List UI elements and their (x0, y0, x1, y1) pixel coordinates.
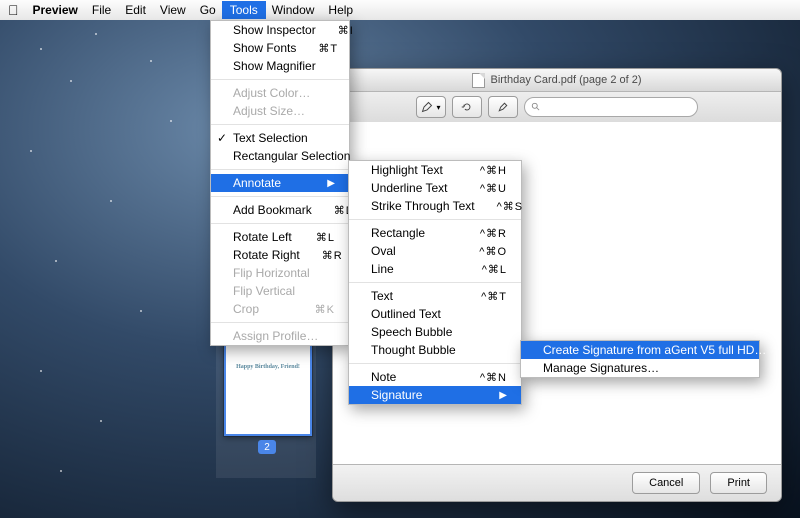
menu-signature[interactable]: Signature▶ (349, 386, 521, 404)
menubar-item-tools[interactable]: Tools (222, 1, 266, 19)
menu-crop: Crop⌘K (211, 300, 349, 318)
menubar-item-go[interactable]: Go (200, 3, 216, 17)
pencil-icon (421, 101, 433, 113)
menubar:  Preview File Edit View Go Tools Window… (0, 0, 800, 20)
menu-rectangular-selection[interactable]: Rectangular Selection (211, 147, 349, 165)
menubar-item-view[interactable]: View (160, 3, 186, 17)
menu-show-inspector[interactable]: Show Inspector⌘I (211, 21, 349, 39)
menu-annotate[interactable]: Annotate▶ (211, 174, 349, 192)
tools-menu: Show Inspector⌘I Show Fonts⌘T Show Magni… (210, 20, 350, 346)
menu-strike-through-text[interactable]: Strike Through Text^⌘S (349, 197, 521, 215)
print-button[interactable]: Print (710, 472, 767, 494)
cancel-button[interactable]: Cancel (632, 472, 700, 494)
toolbar-markup-button[interactable] (488, 96, 518, 118)
menubar-item-file[interactable]: File (92, 3, 111, 17)
window-titlebar[interactable]: Birthday Card.pdf (page 2 of 2) (333, 69, 781, 92)
menu-show-fonts[interactable]: Show Fonts⌘T (211, 39, 349, 57)
thumbnail-page-badge: 2 (258, 440, 276, 454)
menu-adjust-size: Adjust Size… (211, 102, 349, 120)
menu-show-magnifier[interactable]: Show Magnifier (211, 57, 349, 75)
submenu-arrow-icon: ▶ (305, 178, 335, 189)
menubar-item-help[interactable]: Help (328, 3, 353, 17)
menu-rectangle[interactable]: Rectangle^⌘R (349, 224, 521, 242)
menu-assign-profile: Assign Profile… (211, 327, 349, 345)
menu-flip-horizontal: Flip Horizontal (211, 264, 349, 282)
menu-underline-text[interactable]: Underline Text^⌘U (349, 179, 521, 197)
menu-create-signature[interactable]: Create Signature from aGent V5 full HD… (521, 341, 759, 359)
menubar-item-window[interactable]: Window (272, 3, 315, 17)
checkmark-icon: ✓ (217, 131, 227, 145)
window-title: Birthday Card.pdf (page 2 of 2) (490, 74, 641, 86)
thumbnail-preview-text: Happy Birthday, Friend! (226, 364, 310, 370)
menu-add-bookmark[interactable]: Add Bookmark⌘D (211, 201, 349, 219)
menu-speech-bubble[interactable]: Speech Bubble (349, 323, 521, 341)
menu-adjust-color: Adjust Color… (211, 84, 349, 102)
menu-oval[interactable]: Oval^⌘O (349, 242, 521, 260)
rotate-icon (461, 101, 473, 113)
menu-text-selection[interactable]: ✓Text Selection (211, 129, 349, 147)
menu-flip-vertical: Flip Vertical (211, 282, 349, 300)
window-toolbar: ▾ (333, 92, 781, 123)
chevron-down-icon: ▾ (436, 103, 440, 112)
menu-rotate-left[interactable]: Rotate Left⌘L (211, 228, 349, 246)
window-bottom-bar: Cancel Print (333, 464, 781, 501)
annotate-submenu: Highlight Text^⌘H Underline Text^⌘U Stri… (348, 160, 522, 405)
menubar-item-edit[interactable]: Edit (125, 3, 146, 17)
edit-icon (497, 101, 509, 113)
menu-note[interactable]: Note^⌘N (349, 368, 521, 386)
menu-text[interactable]: Text^⌘T (349, 287, 521, 305)
menubar-app-name[interactable]: Preview (33, 3, 78, 17)
menu-thought-bubble[interactable]: Thought Bubble (349, 341, 521, 359)
toolbar-rotate-button[interactable] (452, 96, 482, 118)
menu-rotate-right[interactable]: Rotate Right⌘R (211, 246, 349, 264)
apple-menu-icon[interactable]:  (8, 3, 19, 17)
signature-submenu: Create Signature from aGent V5 full HD… … (520, 340, 760, 378)
menu-highlight-text[interactable]: Highlight Text^⌘H (349, 161, 521, 179)
menu-outlined-text[interactable]: Outlined Text (349, 305, 521, 323)
submenu-arrow-icon: ▶ (477, 390, 507, 401)
menu-line[interactable]: Line^⌘L (349, 260, 521, 278)
document-icon (472, 73, 485, 88)
menu-manage-signatures[interactable]: Manage Signatures… (521, 359, 759, 377)
screen:  Preview File Edit View Go Tools Window… (0, 0, 800, 518)
search-icon (531, 102, 541, 112)
toolbar-search-field[interactable] (524, 97, 698, 117)
toolbar-annotate-button[interactable]: ▾ (416, 96, 446, 118)
